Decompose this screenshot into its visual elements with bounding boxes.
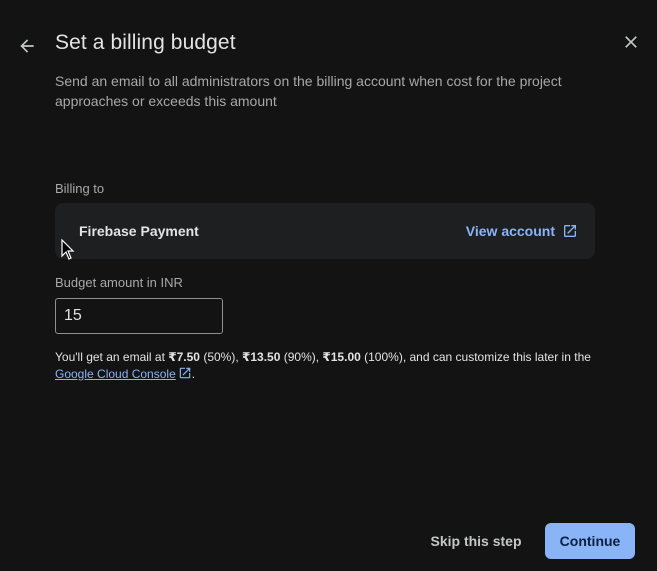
threshold-90-amount: ₹13.50 [242, 350, 281, 364]
mouse-pointer-icon [61, 239, 75, 260]
google-cloud-console-link[interactable]: Google Cloud Console [55, 367, 192, 381]
billing-account-name: Firebase Payment [79, 223, 199, 239]
threshold-50-amount: ₹7.50 [168, 350, 200, 364]
email-threshold-info: You'll get an email at ₹7.50 (50%), ₹13.… [55, 350, 591, 381]
billing-account-card: Firebase Payment View account [55, 203, 595, 259]
view-account-label: View account [465, 223, 555, 239]
continue-button[interactable]: Continue [545, 523, 635, 559]
billing-budget-dialog: Set a billing budget Send an email to al… [0, 0, 657, 571]
threshold-100-amount: ₹15.00 [322, 350, 361, 364]
close-button[interactable] [617, 28, 645, 56]
arrow-back-icon [20, 39, 34, 53]
budget-amount-input[interactable] [55, 298, 223, 334]
open-in-new-icon [564, 225, 576, 237]
budget-amount-label: Budget amount in INR [55, 275, 183, 290]
billing-to-label: Billing to [55, 181, 105, 196]
open-in-new-icon [179, 367, 190, 379]
dialog-title: Set a billing budget [55, 31, 236, 54]
view-account-link[interactable]: View account [466, 223, 578, 239]
close-icon [625, 36, 637, 48]
skip-step-button[interactable]: Skip this step [420, 523, 532, 559]
dialog-subtitle: Send an email to all administrators on t… [55, 73, 562, 109]
back-button[interactable] [13, 32, 41, 60]
